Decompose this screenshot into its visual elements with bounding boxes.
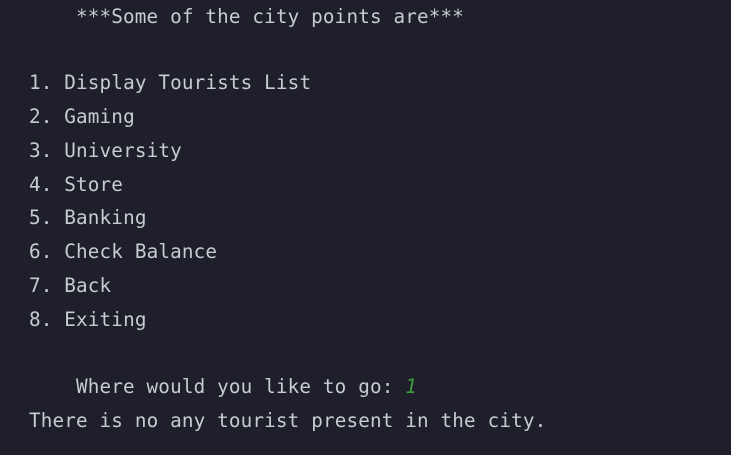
response-message: There is no any tourist present in the c… (29, 409, 547, 432)
menu-header: ***Some of the city points are*** (76, 5, 465, 28)
menu-item-gaming: 2. Gaming (29, 105, 135, 128)
user-input-value[interactable]: 1 (405, 375, 417, 398)
menu-item-check-balance: 6. Check Balance (29, 240, 218, 263)
prompt-text: Where would you like to go: (76, 375, 406, 398)
menu-item-store: 4. Store (29, 173, 124, 196)
menu-item-university: 3. University (29, 139, 182, 162)
menu-item-back: 7. Back (29, 274, 112, 297)
menu-item-banking: 5. Banking (29, 206, 147, 229)
console-output: ***Some of the city points are*** 1. Dis… (0, 0, 731, 455)
menu-item-display-tourists-list: 1. Display Tourists List (29, 71, 312, 94)
menu-item-exiting: 8. Exiting (29, 308, 147, 331)
prompt-line: Where would you like to go: 1 (76, 375, 417, 399)
